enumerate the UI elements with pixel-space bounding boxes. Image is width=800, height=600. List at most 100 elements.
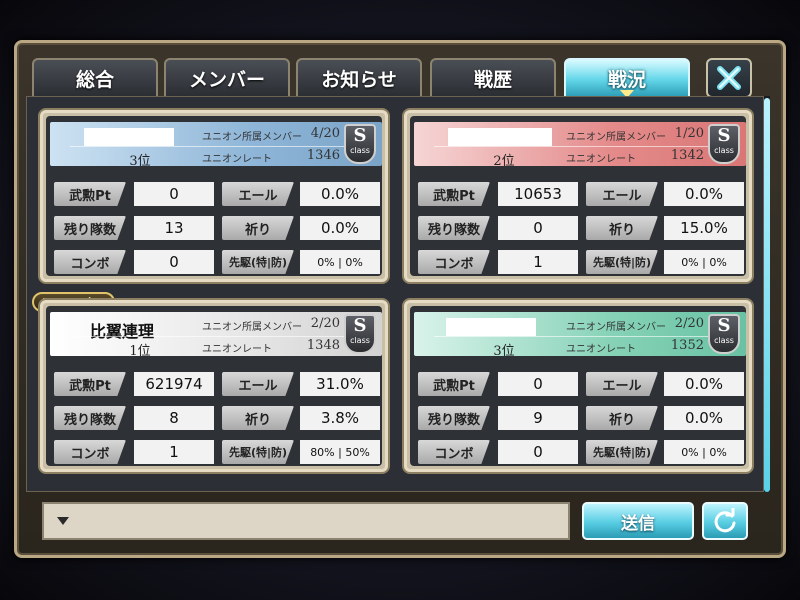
rate-value: 1342: [670, 148, 704, 163]
tab-overview[interactable]: 総合: [32, 58, 158, 98]
cheer-label: エール: [586, 182, 658, 206]
send-button[interactable]: 送信: [582, 502, 694, 540]
tab-notices[interactable]: お知らせ: [296, 58, 422, 98]
members-label: ユニオン所属メンバー: [566, 322, 666, 333]
union-card-body: 3位 ユニオン所属メンバー ユニオンレート 4/20 1346 S class …: [46, 116, 382, 276]
union-card-header: 3位 ユニオン所属メンバー ユニオンレート 4/20 1346 S class: [50, 122, 382, 169]
class-letter: S: [353, 125, 367, 146]
rate-label: ユニオンレート: [566, 154, 636, 165]
prayer-label: 祈り: [222, 406, 294, 430]
members-value: 4/20: [310, 126, 340, 141]
header-divider: [70, 146, 370, 147]
class-word: class: [350, 146, 370, 155]
cheer-value: 0.0%: [300, 182, 380, 206]
remaining-label: 残り隊数: [418, 406, 490, 430]
combo-value: 0: [134, 250, 214, 274]
union-name-redacted: [446, 318, 536, 336]
class-word: class: [714, 146, 734, 155]
union-name-redacted: [84, 128, 174, 146]
vanguard-value: 0% | 0%: [664, 250, 744, 274]
rate-label: ユニオンレート: [566, 344, 636, 355]
union-card-body: 2位 ユニオン所属メンバー ユニオンレート 1/20 1342 S class …: [410, 116, 746, 276]
union-card: 比翼連理 1位 ユニオン所属メンバー ユニオンレート 2/20 1348 S c…: [38, 298, 390, 474]
union-card: 3位 ユニオン所属メンバー ユニオンレート 4/20 1346 S class …: [38, 108, 390, 284]
tab-members[interactable]: メンバー: [164, 58, 290, 98]
prayer-label: 祈り: [222, 216, 294, 240]
cheer-label: エール: [222, 182, 294, 206]
prayer-label: 祈り: [586, 406, 658, 430]
header-divider: [434, 336, 734, 337]
vanguard-value: 80% | 50%: [300, 440, 380, 464]
vanguard-label: 先駆(特|防): [222, 440, 294, 464]
prayer-value: 0.0%: [664, 406, 744, 430]
stat-row: 武勲Pt 621974 エール 31.0%: [50, 372, 382, 398]
vanguard-label: 先駆(特|防): [586, 250, 658, 274]
stat-row: 残り隊数 8 祈り 3.8%: [50, 406, 382, 432]
remaining-label: 残り隊数: [418, 216, 490, 240]
union-rank: 2位: [493, 154, 515, 169]
tab-history[interactable]: 戦歴: [430, 58, 556, 98]
stat-row: 武勲Pt 0 エール 0.0%: [414, 372, 746, 398]
close-button[interactable]: [706, 58, 752, 98]
rate-value: 1348: [306, 338, 340, 353]
union-name: 比翼連理: [90, 322, 155, 341]
combo-label: コンボ: [54, 250, 126, 274]
pt-value: 10653: [498, 182, 578, 206]
remaining-label: 残り隊数: [54, 406, 126, 430]
cheer-value: 0.0%: [664, 182, 744, 206]
union-rank: 3位: [129, 154, 151, 169]
combo-label: コンボ: [418, 250, 490, 274]
pt-value: 0: [134, 182, 214, 206]
union-card-header: 2位 ユニオン所属メンバー ユニオンレート 1/20 1342 S class: [414, 122, 746, 169]
combo-value: 1: [134, 440, 214, 464]
prayer-value: 3.8%: [300, 406, 380, 430]
remaining-value: 0: [498, 216, 578, 240]
class-letter: S: [717, 315, 731, 336]
union-card: 3位 ユニオン所属メンバー ユニオンレート 2/20 1352 S class …: [402, 298, 754, 474]
triangle-down-icon[interactable]: [56, 516, 70, 526]
pt-value: 0: [498, 372, 578, 396]
stat-row: 武勲Pt 10653 エール 0.0%: [414, 182, 746, 208]
members-label: ユニオン所属メンバー: [202, 132, 302, 143]
prayer-value: 15.0%: [664, 216, 744, 240]
scrollbar-thumb[interactable]: [764, 98, 770, 492]
stat-row: 残り隊数 0 祈り 15.0%: [414, 216, 746, 242]
union-card-body: 比翼連理 1位 ユニオン所属メンバー ユニオンレート 2/20 1348 S c…: [46, 306, 382, 466]
header-divider: [70, 336, 370, 337]
rate-value: 1346: [306, 148, 340, 163]
refresh-button[interactable]: [702, 502, 748, 540]
stat-row: コンボ 0 先駆(特|防) 0% | 0%: [50, 250, 382, 276]
remaining-label: 残り隊数: [54, 216, 126, 240]
class-shield-icon: S class: [344, 314, 376, 354]
remaining-value: 8: [134, 406, 214, 430]
rate-label: ユニオンレート: [202, 344, 272, 355]
union-card-body: 3位 ユニオン所属メンバー ユニオンレート 2/20 1352 S class …: [410, 306, 746, 466]
combo-label: コンボ: [418, 440, 490, 464]
tab-battle-status[interactable]: 戦況: [564, 58, 690, 98]
prayer-value: 0.0%: [300, 216, 380, 240]
stat-row: 残り隊数 9 祈り 0.0%: [414, 406, 746, 432]
cheer-label: エール: [222, 372, 294, 396]
pt-label: 武勲Pt: [418, 182, 490, 206]
class-shield-icon: S class: [708, 314, 740, 354]
members-value: 1/20: [674, 126, 704, 141]
members-value: 2/20: [310, 316, 340, 331]
vanguard-value: 0% | 0%: [300, 250, 380, 274]
vanguard-label: 先駆(特|防): [222, 250, 294, 274]
pt-value: 621974: [134, 372, 214, 396]
tab-battle-status-label: 戦況: [607, 68, 646, 91]
union-card-header: 3位 ユニオン所属メンバー ユニオンレート 2/20 1352 S class: [414, 312, 746, 359]
class-letter: S: [717, 125, 731, 146]
stat-row: コンボ 1 先駆(特|防) 0% | 0%: [414, 250, 746, 276]
stat-row: 残り隊数 13 祈り 0.0%: [50, 216, 382, 242]
remaining-value: 13: [134, 216, 214, 240]
stat-row: コンボ 0 先駆(特|防) 0% | 0%: [414, 440, 746, 466]
chat-input-field[interactable]: [42, 502, 570, 540]
pt-label: 武勲Pt: [54, 372, 126, 396]
pt-label: 武勲Pt: [54, 182, 126, 206]
class-word: class: [714, 336, 734, 345]
members-label: ユニオン所属メンバー: [202, 322, 302, 333]
refresh-icon: [714, 508, 736, 533]
union-name-redacted: [448, 128, 552, 146]
combo-value: 1: [498, 250, 578, 274]
